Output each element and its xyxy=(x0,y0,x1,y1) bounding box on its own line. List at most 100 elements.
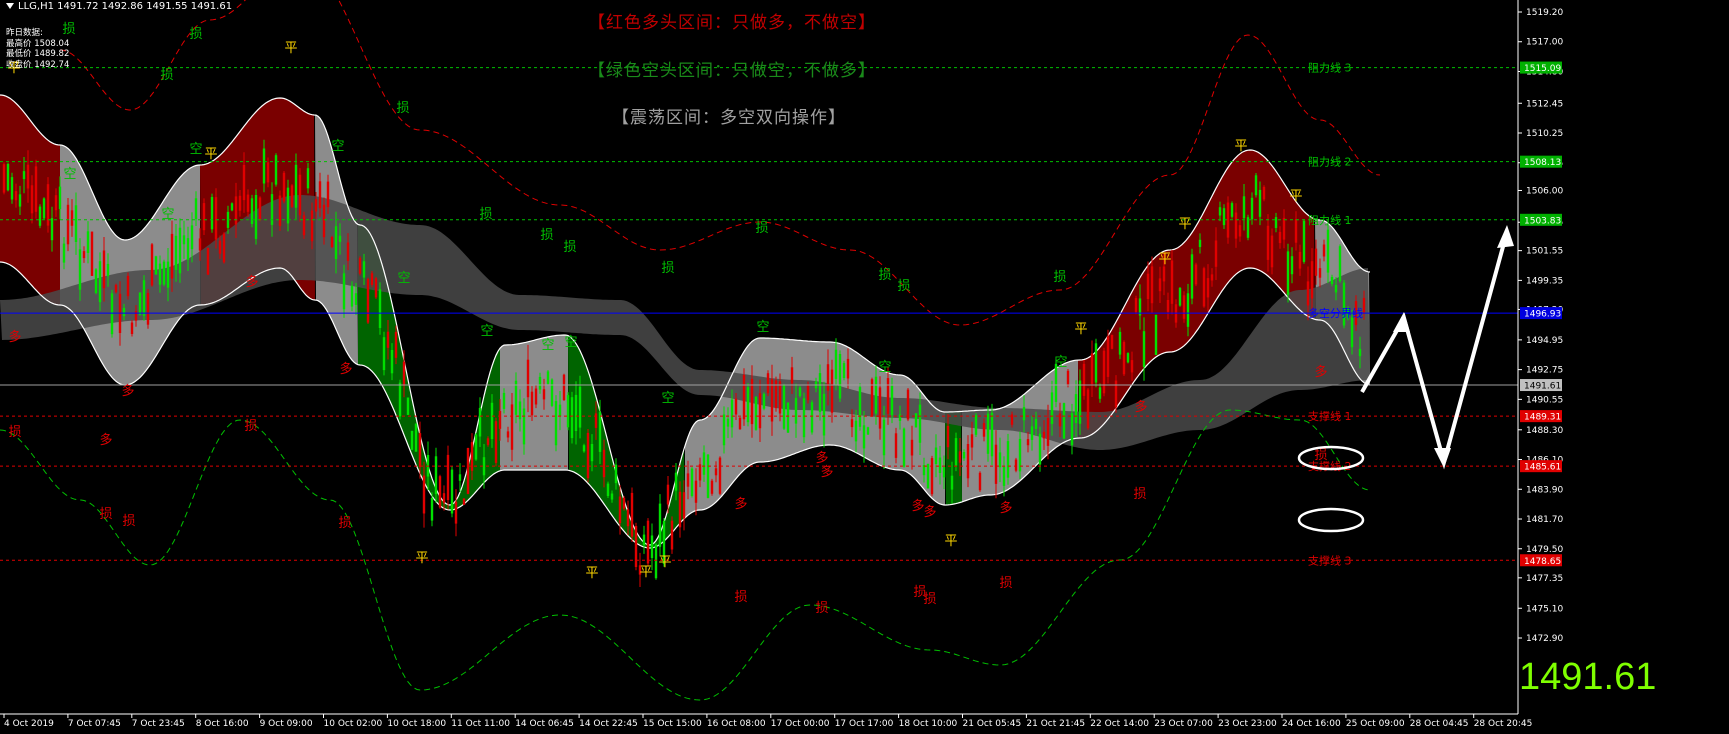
candle-body xyxy=(1082,363,1086,396)
candle-body xyxy=(766,373,770,394)
candle-body xyxy=(446,454,450,500)
candle-body xyxy=(542,389,546,400)
candle-body xyxy=(130,322,134,334)
price-badge-label: 1515.09 xyxy=(1524,64,1561,74)
time-tick-label: 28 Oct 04:45 xyxy=(1410,719,1469,729)
candle-body xyxy=(762,393,766,409)
candle-body xyxy=(390,350,394,374)
time-tick-label: 7 Oct 07:45 xyxy=(68,719,121,729)
support-line-3-label: 支撑线 3 xyxy=(1308,553,1352,567)
candle-body xyxy=(414,423,418,452)
candle-body xyxy=(306,168,310,189)
resistance-line-2-label: 阻力线 2 xyxy=(1308,155,1352,169)
candle-body xyxy=(514,380,518,415)
candle-body xyxy=(1066,370,1070,386)
symbol-header: LLG,H1 1491.72 1492.86 1491.55 1491.61 xyxy=(6,1,232,12)
candle-body xyxy=(1294,219,1298,243)
candle-body xyxy=(1162,266,1166,282)
time-tick-label: 22 Oct 14:00 xyxy=(1090,719,1149,729)
candle-body xyxy=(618,496,622,524)
candle-body xyxy=(210,197,214,230)
time-tick-label: 8 Oct 16:00 xyxy=(196,719,249,729)
candle-body xyxy=(1198,239,1202,247)
signal-mark-stop: 损 xyxy=(755,221,768,236)
candle-body xyxy=(186,238,190,260)
candle-body xyxy=(530,391,534,416)
candle-body xyxy=(982,423,986,437)
signal-mark-long: 多 xyxy=(1134,399,1147,415)
candle-body xyxy=(194,198,198,220)
candle-body xyxy=(86,231,90,253)
candle-body xyxy=(114,284,118,293)
candle-body xyxy=(806,384,810,401)
candle-body xyxy=(1202,268,1206,307)
candle-body xyxy=(826,364,830,391)
price-badge-label: 1478.65 xyxy=(1524,557,1561,567)
candle-body xyxy=(1026,439,1030,446)
time-tick-label: 23 Oct 07:00 xyxy=(1154,719,1213,729)
candle-body xyxy=(714,468,718,476)
candle-body xyxy=(1034,418,1038,429)
signal-mark-flat: 平 xyxy=(585,566,598,581)
candle-body xyxy=(1130,360,1134,373)
time-tick-label: 25 Oct 09:00 xyxy=(1346,719,1405,729)
signal-mark-short: 空 xyxy=(661,391,674,406)
signal-mark-stop: 损 xyxy=(396,101,409,116)
signal-mark-long: 多 xyxy=(339,361,352,377)
price-tick-label: 1483.90 xyxy=(1526,485,1563,495)
candle-body xyxy=(1010,414,1014,425)
signal-mark-long: 多 xyxy=(245,274,258,290)
signal-mark-stop: 损 xyxy=(897,279,910,294)
candle-body xyxy=(146,293,150,325)
signal-mark-stop: 损 xyxy=(189,27,202,42)
candle-body xyxy=(198,238,202,251)
candle-body xyxy=(1042,431,1046,439)
candle-body xyxy=(930,458,934,495)
time-tick-label: 14 Oct 22:45 xyxy=(579,719,638,729)
price-tick-label: 1479.50 xyxy=(1526,545,1563,555)
candle-body xyxy=(830,369,834,413)
dropdown-triangle-icon[interactable] xyxy=(6,3,14,9)
candle-body xyxy=(1146,273,1150,299)
candle-body xyxy=(422,475,426,514)
candle-body xyxy=(22,171,26,180)
signal-mark-long: 多 xyxy=(8,329,21,345)
candle-body xyxy=(918,404,922,443)
candle-body xyxy=(582,445,586,452)
candle-body xyxy=(706,454,710,498)
price-tick-label: 1488.30 xyxy=(1526,426,1563,436)
candle-body xyxy=(458,474,462,481)
time-tick-label: 10 Oct 18:00 xyxy=(387,719,446,729)
candle-body xyxy=(562,374,566,400)
candle-body xyxy=(866,427,870,435)
candle-body xyxy=(478,407,482,437)
time-tick-label: 10 Oct 02:00 xyxy=(324,719,383,729)
signal-mark-flat: 平 xyxy=(1074,322,1087,337)
signal-mark-short: 空 xyxy=(564,335,577,350)
candle-body xyxy=(362,261,366,278)
candle-body xyxy=(1222,208,1226,226)
signal-mark-stop: 损 xyxy=(923,592,936,607)
price-tick-label: 1475.10 xyxy=(1526,604,1563,614)
candle-body xyxy=(1350,317,1354,348)
candle-body xyxy=(62,243,66,263)
candle-body xyxy=(782,385,786,429)
candle-body xyxy=(646,520,650,564)
candle-body xyxy=(18,194,22,207)
candle-body xyxy=(374,278,378,298)
candle-body xyxy=(1258,189,1262,217)
chart-window[interactable]: 阻力线 3 阻力线 2 阻力线 1 多空分界线 支撑线 1 支撑线 2 支撑线 3 平平平平… xyxy=(0,0,1729,730)
candle-body xyxy=(222,233,226,263)
bear-zone-banner: 【绿色空头区间：只做空，不做多】 xyxy=(588,61,876,81)
candle-body xyxy=(166,261,170,288)
candle-body xyxy=(178,227,182,274)
signal-mark-stop: 损 xyxy=(734,590,747,605)
signal-mark-stop: 损 xyxy=(999,576,1012,591)
candle-body xyxy=(1062,403,1066,439)
candle-body xyxy=(106,263,110,277)
candle-body xyxy=(1310,261,1314,299)
candle-body xyxy=(1182,295,1186,319)
time-tick-label: 17 Oct 17:00 xyxy=(835,719,894,729)
candle-body xyxy=(286,187,290,224)
price-chart[interactable]: 阻力线 3阻力线 2阻力线 1多空分界线支撑线 1支撑线 2支撑线 3 平平平平… xyxy=(0,0,1729,730)
